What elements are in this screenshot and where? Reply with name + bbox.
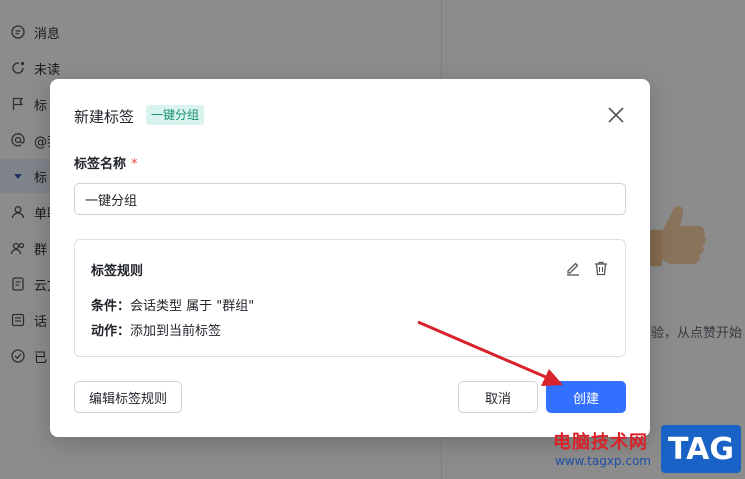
tag-preview-badge: 一键分组 xyxy=(146,105,205,125)
create-button[interactable]: 创建 xyxy=(546,381,626,413)
tag-name-input[interactable] xyxy=(74,183,626,215)
dialog-title: 新建标签 xyxy=(74,108,135,126)
condition-label: 条件： xyxy=(91,299,131,314)
tag-name-label-text: 标签名称 xyxy=(74,157,127,172)
rule-condition: 条件：会话类型 属于 "群组" xyxy=(91,295,254,314)
watermark-site-name: 电脑技术网 xyxy=(553,432,648,453)
condition-value: 会话类型 属于 "群组" xyxy=(130,299,255,314)
rule-action: 动作：添加到当前标签 xyxy=(91,320,221,339)
watermark-url: www.tagxp.com xyxy=(555,454,651,468)
required-mark: * xyxy=(131,157,138,172)
edit-tag-rules-button[interactable]: 编辑标签规则 xyxy=(74,381,182,413)
tag-rule-card: 标签规则 条件：会话类型 属于 "群组" 动作：添加到当前标签 xyxy=(74,239,626,357)
rule-title: 标签规则 xyxy=(91,264,144,279)
close-icon[interactable] xyxy=(606,105,626,125)
action-label: 动作： xyxy=(91,324,131,339)
cancel-button[interactable]: 取消 xyxy=(458,381,538,413)
delete-icon[interactable] xyxy=(593,260,609,276)
action-value: 添加到当前标签 xyxy=(130,324,222,339)
watermark-logo: TAG xyxy=(661,425,741,473)
new-tag-dialog: 新建标签 一键分组 标签名称 * 标签规则 条件：会话类型 属于 "群组" 动作：… xyxy=(50,79,650,437)
edit-icon[interactable] xyxy=(565,260,581,276)
tag-name-label: 标签名称 * xyxy=(74,153,138,172)
